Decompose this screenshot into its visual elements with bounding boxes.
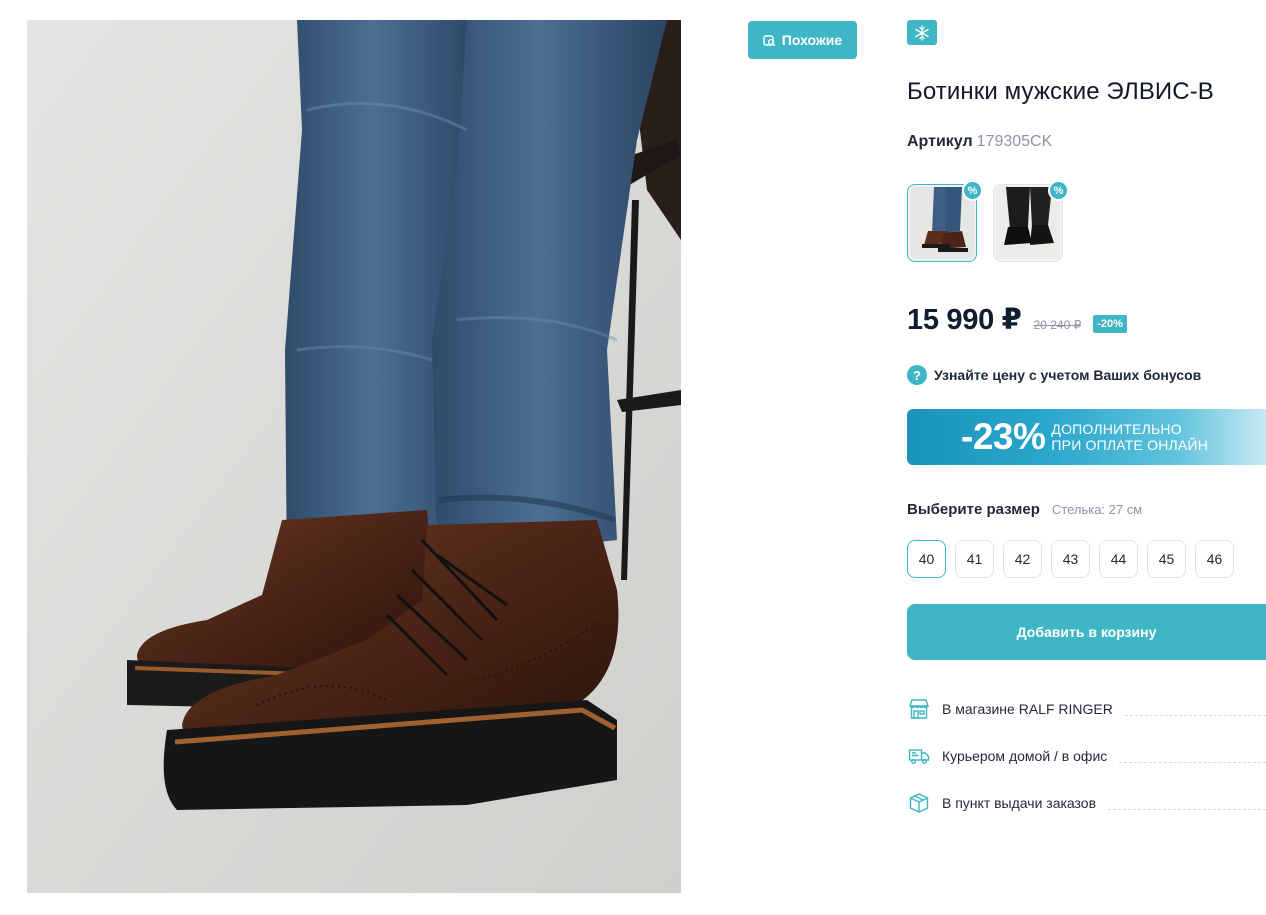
promo-line-2: при оплате онлайн (1051, 437, 1209, 453)
size-option-44[interactable]: 44 (1099, 540, 1138, 578)
size-option-45[interactable]: 45 (1147, 540, 1186, 578)
similar-icon (763, 34, 776, 46)
delivery-option-pickup-point[interactable]: В пункт выдачи заказов (907, 791, 1266, 815)
size-option-42[interactable]: 42 (1003, 540, 1042, 578)
promo-line-1: дополнительно (1051, 421, 1182, 437)
variant-thumb-brown[interactable]: % (907, 180, 983, 262)
color-variants: % % (907, 180, 1069, 262)
sku-value: 179305CK (976, 133, 1053, 150)
online-payment-promo-banner[interactable]: -23% дополнительно при оплате онлайн (907, 409, 1266, 465)
snowflake-icon (915, 24, 929, 41)
variant-discount-badge: % (1048, 180, 1069, 201)
size-header: Выберите размер Стелька: 27 см (907, 501, 1142, 518)
variant-discount-badge: % (962, 180, 983, 201)
product-sku: Артикул 179305CK (907, 133, 1052, 151)
size-label: Выберите размер (907, 501, 1040, 518)
winter-badge (907, 20, 937, 45)
insole-length: Стелька: 27 см (1051, 502, 1143, 517)
delivery-store-text: В магазине RALF RINGER (942, 701, 1113, 717)
promo-text: дополнительно при оплате онлайн (1051, 421, 1208, 453)
variant-thumb-black[interactable]: % (993, 180, 1069, 262)
delivery-divider (1124, 714, 1266, 716)
delivery-divider (1119, 761, 1266, 763)
box-icon (907, 791, 931, 815)
similar-button-label: Похожие (781, 32, 843, 48)
delivery-courier-text: Курьером домой / в офис (942, 748, 1108, 764)
old-price: 20 240 ₽ (1033, 318, 1082, 332)
similar-products-button[interactable]: Похожие (748, 21, 857, 59)
size-option-40[interactable]: 40 (907, 540, 946, 578)
add-to-cart-button[interactable]: Добавить в корзину (907, 604, 1266, 660)
delivery-divider (1108, 808, 1266, 810)
current-price: 15 990 ₽ (907, 304, 1022, 336)
size-option-43[interactable]: 43 (1051, 540, 1090, 578)
size-selector: 40 41 42 43 44 45 46 (907, 540, 1234, 578)
sku-label: Артикул (907, 133, 973, 150)
size-option-46[interactable]: 46 (1195, 540, 1234, 578)
product-title: Ботинки мужские ЭЛВИС-В (907, 78, 1214, 105)
truck-icon (907, 744, 931, 768)
delivery-option-courier[interactable]: Курьером домой / в офис (907, 744, 1266, 768)
discount-badge: -20% (1093, 315, 1127, 333)
store-icon (907, 697, 931, 721)
boots-photo-illustration (27, 20, 681, 893)
promo-percent: -23% (961, 416, 1046, 457)
price-block: 15 990 ₽ 20 240 ₽ -20% (907, 302, 1127, 337)
product-main-photo[interactable] (27, 20, 681, 893)
delivery-pickup-text: В пункт выдачи заказов (942, 795, 1097, 811)
bonus-price-link[interactable]: ? Узнайте цену с учетом Ваших бонусов (907, 365, 1201, 385)
size-option-41[interactable]: 41 (955, 540, 994, 578)
question-icon: ? (907, 365, 927, 385)
bonus-price-text: Узнайте цену с учетом Ваших бонусов (934, 367, 1202, 383)
delivery-option-store[interactable]: В магазине RALF RINGER (907, 697, 1266, 721)
